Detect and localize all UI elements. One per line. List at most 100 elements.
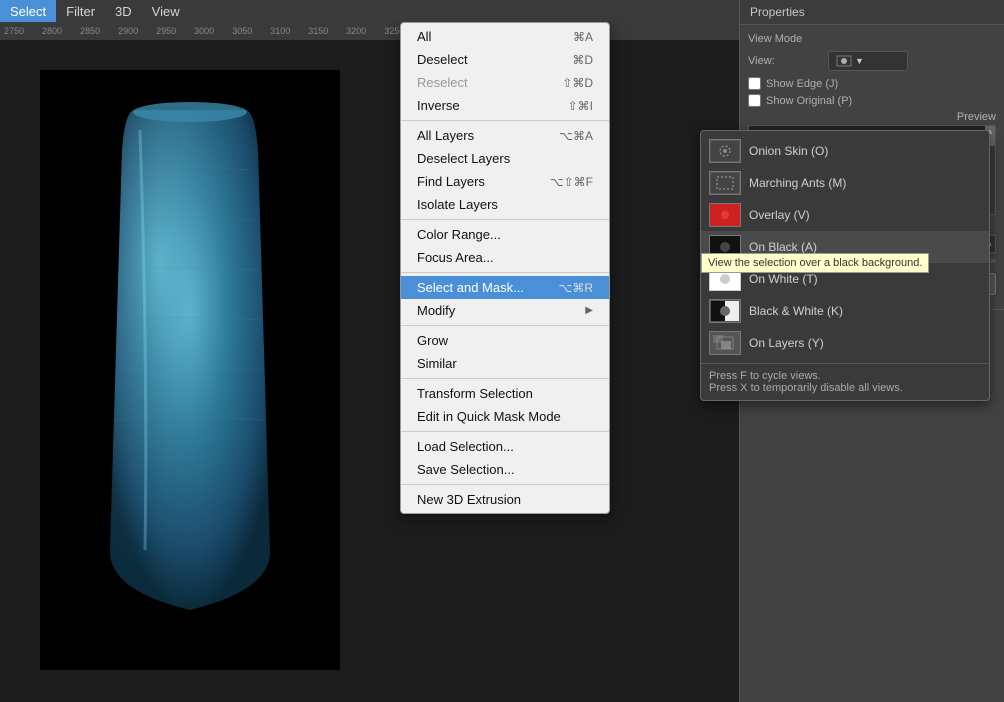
menu-item-select-mask[interactable]: Select and Mask... ⌥⌘R — [401, 276, 609, 299]
view-mode-footer: Press F to cycle views. Press X to tempo… — [701, 363, 989, 396]
on-white-icon — [709, 267, 741, 291]
menu-item-find-layers-label: Find Layers — [417, 174, 485, 189]
menu-item-reselect: Reselect ⇧⌘D — [401, 71, 609, 94]
menu-view[interactable]: View — [142, 0, 190, 22]
menu-item-all-shortcut: ⌘A — [573, 30, 593, 44]
menu-item-quick-mask[interactable]: Edit in Quick Mask Mode — [401, 405, 609, 428]
menu-item-deselect-layers[interactable]: Deselect Layers — [401, 147, 609, 170]
view-option-on-white[interactable]: On White (T) — [701, 263, 989, 295]
menu-3d[interactable]: 3D — [105, 0, 142, 22]
view-selector-row: View: ▼ — [748, 51, 996, 71]
separator-7 — [401, 484, 609, 485]
show-original-checkbox[interactable] — [748, 94, 761, 107]
view-mode-label: View Mode — [748, 33, 828, 45]
view-footer-line1: Press F to cycle views. — [709, 370, 981, 382]
menu-item-deselect-layers-label: Deselect Layers — [417, 151, 510, 166]
view-select-icon — [835, 54, 853, 68]
menu-item-focus-area-label: Focus Area... — [417, 250, 494, 265]
menu-item-save-selection[interactable]: Save Selection... — [401, 458, 609, 481]
select-dropdown-menu: All ⌘A Deselect ⌘D Reselect ⇧⌘D Inverse … — [400, 22, 610, 514]
view-option-on-black[interactable]: On Black (A) View the selection over a b… — [701, 231, 989, 263]
chevron-down-icon: ▼ — [855, 56, 864, 66]
menu-item-color-range[interactable]: Color Range... — [401, 223, 609, 246]
view-option-overlay[interactable]: Overlay (V) — [701, 199, 989, 231]
menu-item-isolate-layers[interactable]: Isolate Layers — [401, 193, 609, 216]
menu-item-grow[interactable]: Grow — [401, 329, 609, 352]
view-option-marching-ants-label: Marching Ants (M) — [749, 176, 846, 190]
menu-item-quick-mask-label: Edit in Quick Mask Mode — [417, 409, 561, 424]
menu-item-3d-extrusion[interactable]: New 3D Extrusion — [401, 488, 609, 511]
ruler-numbers: 2750 2800 2850 2900 2950 3000 3050 3100 … — [0, 22, 739, 40]
separator-3 — [401, 272, 609, 273]
view-option-black-white[interactable]: Black & White (K) — [701, 295, 989, 327]
view-mode-popup: Onion Skin (O) Marching Ants (M) Overlay… — [700, 130, 990, 401]
menu-item-grow-label: Grow — [417, 333, 448, 348]
on-layers-icon — [709, 331, 741, 355]
view-option-onion-skin[interactable]: Onion Skin (O) — [701, 135, 989, 167]
overlay-icon — [709, 203, 741, 227]
menu-item-modify-label: Modify — [417, 303, 455, 318]
separator-5 — [401, 378, 609, 379]
canvas-area — [0, 40, 739, 702]
menu-item-select-mask-label: Select and Mask... — [417, 280, 524, 295]
menu-filter[interactable]: Filter — [56, 0, 105, 22]
menu-item-reselect-shortcut: ⇧⌘D — [562, 76, 593, 90]
properties-title: Properties — [740, 0, 1004, 25]
top-menu-bar: Select Filter 3D View — [0, 0, 739, 22]
show-edge-checkbox[interactable] — [748, 77, 761, 90]
view-option-on-layers-label: On Layers (Y) — [749, 336, 824, 350]
on-black-icon — [709, 235, 741, 259]
view-option-overlay-label: Overlay (V) — [749, 208, 810, 222]
separator-4 — [401, 325, 609, 326]
ruler-mark-9: 3150 — [308, 26, 328, 36]
menu-item-3d-extrusion-label: New 3D Extrusion — [417, 492, 521, 507]
view-option-onion-skin-label: Onion Skin (O) — [749, 144, 828, 158]
menu-item-load-selection-label: Load Selection... — [417, 439, 514, 454]
menu-select[interactable]: Select — [0, 0, 56, 22]
menu-item-inverse[interactable]: Inverse ⇧⌘I — [401, 94, 609, 117]
menu-item-modify[interactable]: Modify ▶ — [401, 299, 609, 322]
ruler-mark-5: 2950 — [156, 26, 176, 36]
menu-item-all[interactable]: All ⌘A — [401, 25, 609, 48]
menu-item-find-layers-shortcut: ⌥⇧⌘F — [550, 175, 593, 189]
menu-item-similar[interactable]: Similar — [401, 352, 609, 375]
menu-item-inverse-label: Inverse — [417, 98, 460, 113]
menu-item-all-label: All — [417, 29, 431, 44]
menu-item-deselect-shortcut: ⌘D — [572, 53, 593, 67]
menu-item-focus-area[interactable]: Focus Area... — [401, 246, 609, 269]
ruler-mark-4: 2900 — [118, 26, 138, 36]
ruler-mark-8: 3100 — [270, 26, 290, 36]
marching-ants-icon — [709, 171, 741, 195]
canvas-image — [40, 70, 340, 670]
menu-item-all-layers[interactable]: All Layers ⌥⌘A — [401, 124, 609, 147]
view-label: View: — [748, 55, 828, 67]
show-original-label: Show Original (P) — [766, 95, 852, 107]
view-option-on-black-label: On Black (A) — [749, 240, 817, 254]
separator-1 — [401, 120, 609, 121]
modify-submenu-arrow: ▶ — [585, 305, 593, 316]
view-option-black-white-label: Black & White (K) — [749, 304, 843, 318]
menu-item-inverse-shortcut: ⇧⌘I — [568, 99, 593, 113]
ruler-mark-2: 2800 — [42, 26, 62, 36]
ruler: 2750 2800 2850 2900 2950 3000 3050 3100 … — [0, 22, 739, 40]
menu-item-all-layers-label: All Layers — [417, 128, 474, 143]
menu-item-similar-label: Similar — [417, 356, 457, 371]
menu-item-save-selection-label: Save Selection... — [417, 462, 515, 477]
menu-item-deselect[interactable]: Deselect ⌘D — [401, 48, 609, 71]
ruler-mark-7: 3050 — [232, 26, 252, 36]
menu-item-transform-selection-label: Transform Selection — [417, 386, 533, 401]
show-edge-row: Show Edge (J) — [748, 77, 996, 90]
menu-item-find-layers[interactable]: Find Layers ⌥⇧⌘F — [401, 170, 609, 193]
menu-item-transform-selection[interactable]: Transform Selection — [401, 382, 609, 405]
ruler-mark-6: 3000 — [194, 26, 214, 36]
menu-item-select-mask-shortcut: ⌥⌘R — [559, 281, 594, 295]
ruler-mark-1: 2750 — [4, 26, 24, 36]
view-select[interactable]: ▼ — [828, 51, 908, 71]
menu-item-color-range-label: Color Range... — [417, 227, 501, 242]
view-footer-line2: Press X to temporarily disable all views… — [709, 382, 981, 394]
menu-item-load-selection[interactable]: Load Selection... — [401, 435, 609, 458]
show-original-row: Show Original (P) — [748, 94, 996, 107]
view-option-on-layers[interactable]: On Layers (Y) — [701, 327, 989, 359]
view-option-marching-ants[interactable]: Marching Ants (M) — [701, 167, 989, 199]
view-option-on-white-label: On White (T) — [749, 272, 818, 286]
